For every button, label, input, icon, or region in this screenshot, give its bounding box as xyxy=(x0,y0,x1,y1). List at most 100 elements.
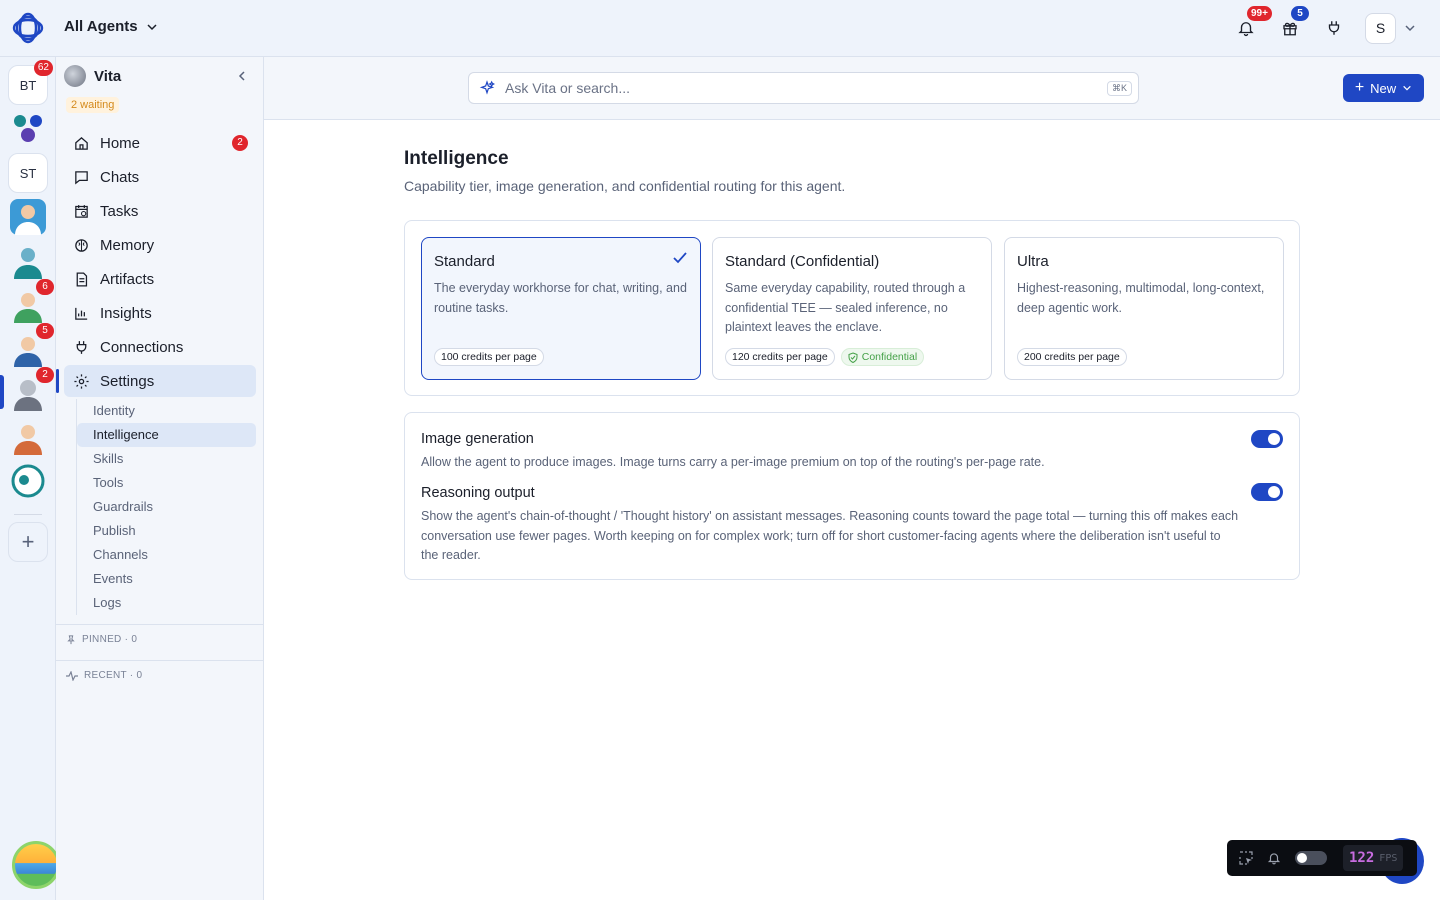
search-bar-row: ⌘K + New xyxy=(264,57,1440,120)
chat-icon xyxy=(72,168,90,186)
rail-agent-bt[interactable]: BT 62 xyxy=(8,60,53,105)
confidential-label: Confidential xyxy=(861,351,918,363)
notifications-button[interactable]: 99+ xyxy=(1233,6,1272,44)
rail-agent-doctor[interactable] xyxy=(8,197,48,237)
nav-artifacts[interactable]: Artifacts xyxy=(64,263,256,295)
fps-toggle[interactable] xyxy=(1295,851,1327,865)
search-shortcut: ⌘K xyxy=(1106,80,1132,96)
tier-name: Ultra xyxy=(1017,253,1049,270)
agent-avatar xyxy=(64,65,86,87)
tier-card-standard-confidential[interactable]: Standard (Confidential) Same everyday ca… xyxy=(712,237,992,380)
waiting-badge[interactable]: 2 waiting xyxy=(66,97,120,113)
agent-sidebar: Vita 2 waiting Home 2 Chats Tasks Memory… xyxy=(56,57,264,900)
nav-label: Tasks xyxy=(100,202,139,220)
plus-icon: + xyxy=(1354,79,1365,96)
tier-card-ultra[interactable]: Ultra Highest-reasoning, multimodal, lon… xyxy=(1004,237,1284,380)
nav-label: Connections xyxy=(100,338,184,356)
plus-icon: + xyxy=(21,529,35,554)
new-button-label: New xyxy=(1370,80,1397,96)
pinned-section[interactable]: PINNED · 0 xyxy=(66,634,137,645)
image-generation-option: Image generation Allow the agent to prod… xyxy=(421,431,1251,473)
activity-icon xyxy=(66,670,78,681)
nav-home[interactable]: Home 2 xyxy=(64,127,256,159)
reasoning-output-toggle[interactable] xyxy=(1251,483,1283,501)
agent-header[interactable]: Vita xyxy=(64,65,121,87)
rail-agent-6[interactable] xyxy=(8,417,48,457)
credits-tag: 100 credits per page xyxy=(434,348,544,366)
credits-tag: 200 credits per page xyxy=(1017,348,1127,366)
agent-selector-label: All Agents xyxy=(64,18,138,35)
nav-settings[interactable]: Settings xyxy=(56,365,256,397)
gift-icon xyxy=(1283,22,1297,36)
subnav-guardrails[interactable]: Guardrails xyxy=(77,495,256,519)
user-menu[interactable]: S xyxy=(1365,12,1416,44)
bell-icon xyxy=(1238,22,1254,37)
subnav-events[interactable]: Events xyxy=(77,567,256,591)
nav-insights[interactable]: Insights xyxy=(64,297,256,329)
divider xyxy=(56,660,264,661)
subnav-intelligence[interactable]: Intelligence xyxy=(77,423,256,447)
add-agent-button[interactable]: + xyxy=(8,522,48,562)
subnav-tools[interactable]: Tools xyxy=(77,471,256,495)
image-generation-toggle[interactable] xyxy=(1251,430,1283,448)
nav-memory[interactable]: Memory xyxy=(64,229,256,261)
rail-badge: 5 xyxy=(36,323,54,339)
search-input[interactable] xyxy=(505,80,1097,96)
sparkle-icon xyxy=(479,80,495,95)
agent-rail: BT 62 ST 6 5 2 + xyxy=(0,57,60,900)
top-bar: All Agents 99+ 5 S xyxy=(0,0,1440,57)
collapse-sidebar-button[interactable] xyxy=(236,69,248,85)
rail-agent-3[interactable]: 6 xyxy=(8,279,54,325)
subnav-skills[interactable]: Skills xyxy=(77,447,256,471)
divider xyxy=(56,624,264,625)
rail-badge: 62 xyxy=(33,60,53,76)
calendar-clock-icon xyxy=(72,202,90,220)
nav-label: Artifacts xyxy=(100,270,155,288)
gifts-button[interactable]: 5 xyxy=(1277,6,1309,44)
gear-icon xyxy=(72,372,90,390)
rail-agent-group[interactable] xyxy=(8,109,48,149)
fps-monitor: 122 FPS xyxy=(1227,840,1417,876)
rail-agent-vita[interactable]: 2 xyxy=(8,367,54,413)
app-logo-icon[interactable] xyxy=(10,12,46,44)
nav-label: Memory xyxy=(100,236,155,254)
subnav-logs[interactable]: Logs xyxy=(77,591,256,615)
rail-agent-analyst[interactable] xyxy=(8,241,48,281)
nav-label: Insights xyxy=(100,304,152,322)
search-box[interactable]: ⌘K xyxy=(468,72,1139,104)
recent-label: RECENT · 0 xyxy=(84,670,143,681)
nav-tasks[interactable]: Tasks xyxy=(64,195,256,227)
options-panel: Image generation Allow the agent to prod… xyxy=(404,412,1300,580)
rail-agent-4[interactable]: 5 xyxy=(8,323,54,369)
notifications-badge: 99+ xyxy=(1247,6,1272,21)
rail-agent-7[interactable] xyxy=(8,461,48,501)
tier-card-standard[interactable]: Standard The everyday workhorse for chat… xyxy=(421,237,701,380)
chevron-down-icon xyxy=(1405,25,1415,32)
nav-connections[interactable]: Connections xyxy=(64,331,256,363)
bell-icon[interactable] xyxy=(1267,851,1281,865)
subnav-identity[interactable]: Identity xyxy=(77,399,256,423)
nav-chats[interactable]: Chats xyxy=(64,161,256,193)
reasoning-output-option: Reasoning output Show the agent's chain-… xyxy=(421,485,1251,566)
rail-agent-st[interactable]: ST xyxy=(8,153,48,193)
rail-badge: 6 xyxy=(36,279,54,295)
chevron-left-icon xyxy=(238,71,245,81)
new-button[interactable]: + New xyxy=(1343,74,1424,102)
agent-avatar-icon xyxy=(14,425,42,455)
agent-nav: Home 2 Chats Tasks Memory Artifacts Insi… xyxy=(56,127,256,399)
nav-label: Settings xyxy=(100,372,155,390)
rail-badge: 2 xyxy=(36,367,54,383)
rail-divider xyxy=(14,514,42,515)
rail-agent-label: BT xyxy=(19,77,37,93)
confidential-tag: Confidential xyxy=(840,348,925,366)
agent-selector[interactable]: All Agents xyxy=(64,18,158,35)
pinned-label: PINNED · 0 xyxy=(82,634,138,645)
subnav-channels[interactable]: Channels xyxy=(77,543,256,567)
rail-agent-label: ST xyxy=(19,165,37,181)
workspace-avatar[interactable] xyxy=(12,841,60,889)
recent-section[interactable]: RECENT · 0 xyxy=(66,670,142,681)
connections-button[interactable] xyxy=(1321,12,1347,44)
user-avatar: S xyxy=(1365,12,1396,44)
subnav-publish[interactable]: Publish xyxy=(77,519,256,543)
select-area-icon[interactable] xyxy=(1239,851,1253,865)
